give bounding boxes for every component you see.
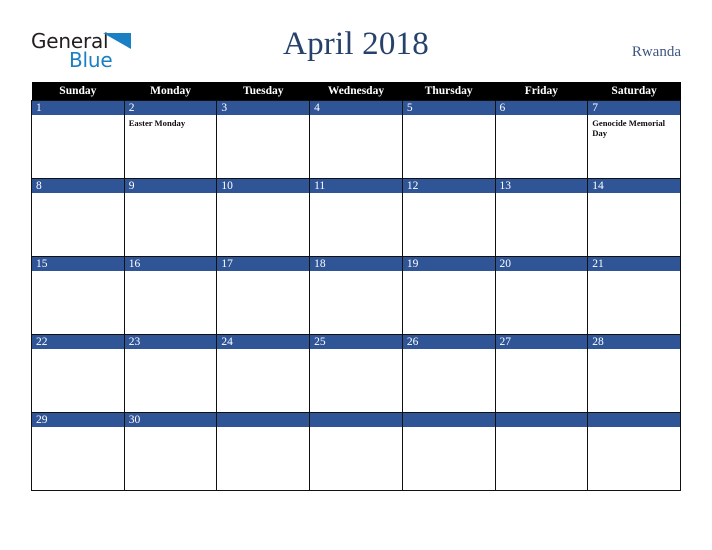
day-number: 5 xyxy=(402,101,495,115)
calendar-week-row: 22 23 24 25 26 27 28 xyxy=(31,334,681,413)
calendar-week-row: 1 2 Easter Monday 3 4 5 6 7 Genocide Memorial Da… xyxy=(31,100,681,179)
day-events: Genocide Memorial Day xyxy=(588,115,680,138)
calendar-day-cell[interactable]: 14 xyxy=(587,178,681,257)
day-number: 30 xyxy=(124,413,217,427)
calendar-week-row: 29 30 xyxy=(31,412,681,491)
calendar-day-cell[interactable]: 3 xyxy=(216,100,311,179)
calendar-day-cell[interactable]: 21 xyxy=(587,256,681,335)
calendar-day-cell[interactable]: 18 xyxy=(309,256,403,335)
calendar-week-row: 8 9 10 11 12 13 14 xyxy=(31,178,681,257)
calendar-empty-cell[interactable] xyxy=(401,412,496,491)
country-label: Rwanda xyxy=(631,44,681,60)
calendar-day-cell[interactable]: 6 xyxy=(494,100,589,179)
calendar-day-cell[interactable]: 15 xyxy=(31,256,125,335)
calendar-day-cell[interactable]: 24 xyxy=(216,334,311,413)
day-number: 3 xyxy=(217,101,310,115)
day-number: 22 xyxy=(32,335,124,349)
calendar-day-cell[interactable]: 22 xyxy=(31,334,125,413)
day-number: 26 xyxy=(402,335,495,349)
calendar-day-cell[interactable]: 16 xyxy=(123,256,218,335)
calendar-body: 1 2 Easter Monday 3 4 5 6 7 Genocide Memorial Da… xyxy=(31,100,681,491)
calendar-day-cell[interactable]: 17 xyxy=(216,256,311,335)
calendar-empty-cell[interactable] xyxy=(216,412,311,491)
weekday-header-thursday: Thursday xyxy=(402,82,496,101)
weekday-header-tuesday: Tuesday xyxy=(216,82,310,101)
calendar-day-cell[interactable]: 26 xyxy=(401,334,496,413)
day-number: 29 xyxy=(32,413,124,427)
calendar-day-cell[interactable]: 1 xyxy=(31,100,125,179)
day-number: 25 xyxy=(310,335,402,349)
calendar-day-cell[interactable]: 23 xyxy=(123,334,218,413)
day-number: 2 xyxy=(124,101,217,115)
day-number: 1 xyxy=(32,101,124,115)
day-number: 13 xyxy=(495,179,588,193)
day-number: 12 xyxy=(402,179,495,193)
day-number xyxy=(310,413,402,427)
calendar-day-cell[interactable]: 30 xyxy=(123,412,218,491)
weekday-header-wednesday: Wednesday xyxy=(309,82,403,101)
day-number: 17 xyxy=(217,257,310,271)
calendar-day-cell[interactable]: 5 xyxy=(401,100,496,179)
weekday-header-sunday: Sunday xyxy=(31,82,125,101)
day-number: 21 xyxy=(588,257,680,271)
calendar-day-cell[interactable]: 9 xyxy=(123,178,218,257)
calendar-day-cell[interactable]: 25 xyxy=(309,334,403,413)
day-number xyxy=(588,413,680,427)
page-header: General Blue April 2018 Rwanda xyxy=(0,0,712,82)
day-number: 10 xyxy=(217,179,310,193)
day-number: 11 xyxy=(310,179,402,193)
calendar-table: Sunday Monday Tuesday Wednesday Thursday Frid… xyxy=(31,82,681,491)
calendar-day-cell[interactable]: 27 xyxy=(494,334,589,413)
day-number: 4 xyxy=(310,101,402,115)
page-title: April 2018 xyxy=(283,26,429,62)
calendar-empty-cell[interactable] xyxy=(587,412,681,491)
day-events: Easter Monday xyxy=(125,115,217,128)
day-number: 24 xyxy=(217,335,310,349)
weekday-header-monday: Monday xyxy=(124,82,217,101)
day-number: 6 xyxy=(495,101,588,115)
day-number: 27 xyxy=(495,335,588,349)
calendar-day-cell[interactable]: 4 xyxy=(309,100,403,179)
day-number: 18 xyxy=(310,257,402,271)
day-number: 9 xyxy=(124,179,217,193)
calendar-day-cell[interactable]: 7 Genocide Memorial Day xyxy=(587,100,681,179)
calendar-day-cell[interactable]: 19 xyxy=(401,256,496,335)
calendar-header-row: Sunday Monday Tuesday Wednesday Thursday Frid… xyxy=(31,82,681,101)
calendar-day-cell[interactable]: 20 xyxy=(494,256,589,335)
day-number: 15 xyxy=(32,257,124,271)
day-number: 23 xyxy=(124,335,217,349)
calendar-day-cell[interactable]: 13 xyxy=(494,178,589,257)
calendar-day-cell[interactable]: 11 xyxy=(309,178,403,257)
calendar-week-row: 15 16 17 18 19 20 21 xyxy=(31,256,681,335)
calendar-empty-cell[interactable] xyxy=(494,412,589,491)
calendar-day-cell[interactable]: 8 xyxy=(31,178,125,257)
day-number: 20 xyxy=(495,257,588,271)
calendar-day-cell[interactable]: 29 xyxy=(31,412,125,491)
weekday-header-saturday: Saturday xyxy=(587,82,681,101)
holiday-label: Genocide Memorial Day xyxy=(592,118,666,138)
day-number xyxy=(495,413,588,427)
day-number: 8 xyxy=(32,179,124,193)
calendar-empty-cell[interactable] xyxy=(309,412,403,491)
holiday-label: Easter Monday xyxy=(128,118,186,128)
calendar-day-cell[interactable]: 10 xyxy=(216,178,311,257)
day-number: 7 xyxy=(588,101,680,115)
calendar-day-cell[interactable]: 12 xyxy=(401,178,496,257)
day-number: 16 xyxy=(124,257,217,271)
day-number: 19 xyxy=(402,257,495,271)
day-number: 14 xyxy=(588,179,680,193)
weekday-header-friday: Friday xyxy=(495,82,588,101)
calendar-day-cell[interactable]: 28 xyxy=(587,334,681,413)
day-number: 28 xyxy=(588,335,680,349)
calendar-day-cell[interactable]: 2 Easter Monday xyxy=(123,100,218,179)
day-number xyxy=(402,413,495,427)
weekday-header-row: Sunday Monday Tuesday Wednesday Thursday Frid… xyxy=(31,82,681,101)
day-number xyxy=(217,413,310,427)
